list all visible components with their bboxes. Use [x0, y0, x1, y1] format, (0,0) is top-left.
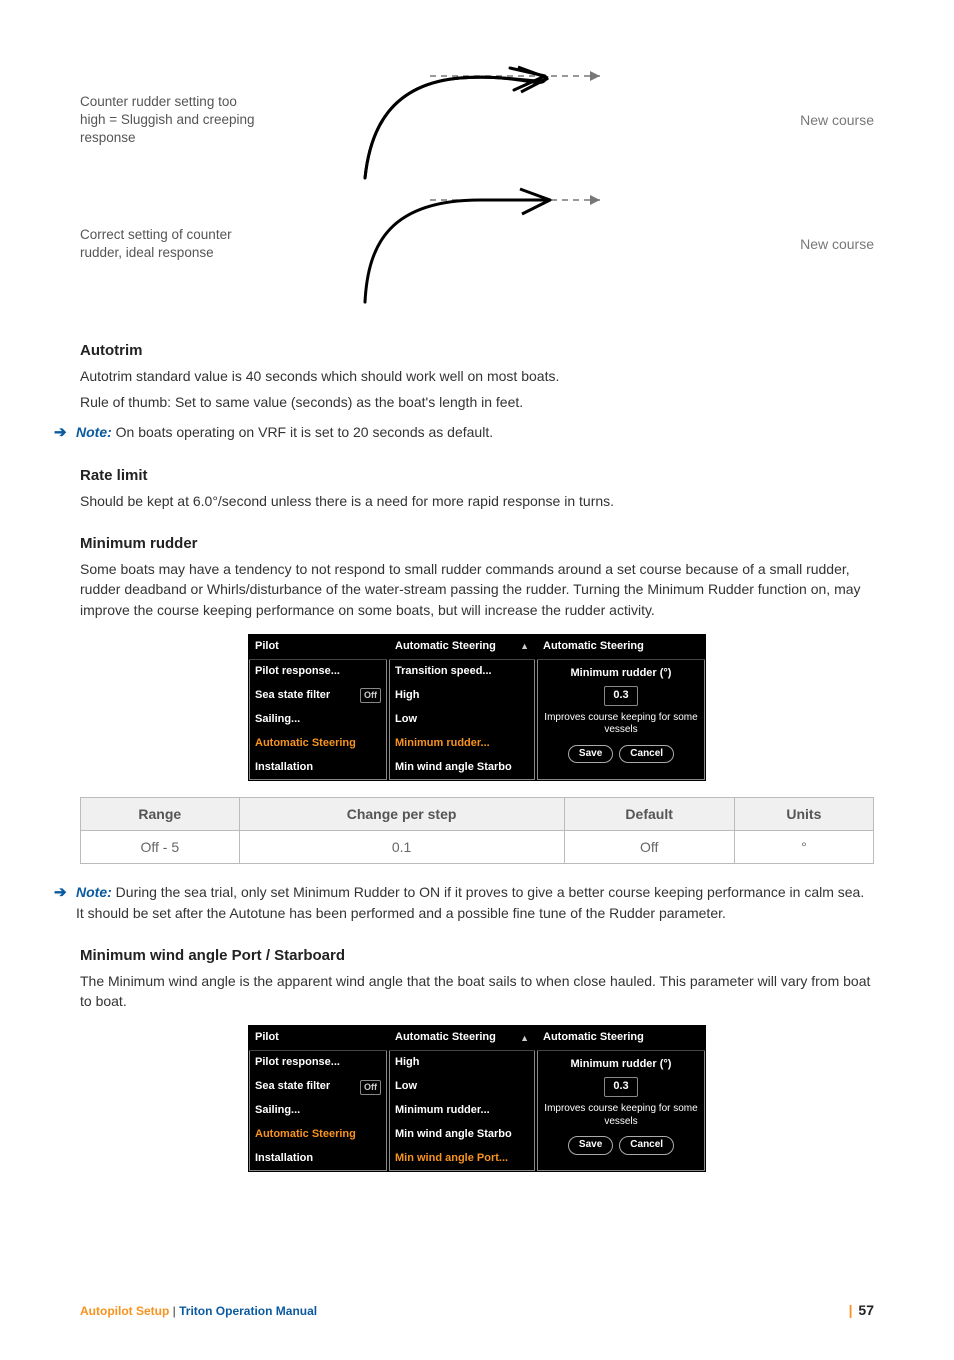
dialog-min-rudder: Automatic Steering Minimum rudder (°) 0.…	[536, 634, 706, 781]
note-label: Note:	[76, 884, 112, 900]
menu-item[interactable]: Minimum rudder...	[389, 1099, 535, 1123]
diagram-curve-ideal	[280, 184, 620, 304]
submenu-title: Automatic Steering	[395, 1030, 496, 1046]
menu-item[interactable]: Sea state filterOff	[249, 684, 387, 708]
menu-item[interactable]: Installation	[249, 756, 387, 780]
scroll-up-icon: ▲	[520, 1032, 529, 1045]
menu-item[interactable]: High	[389, 1051, 535, 1075]
menu-item[interactable]: Transition speed...	[389, 660, 535, 684]
th-default: Default	[564, 797, 734, 830]
dialog-help: Improves course keeping for some vessels	[543, 1103, 699, 1128]
th-units: Units	[734, 797, 873, 830]
ratelimit-p1: Should be kept at 6.0°/second unless the…	[80, 491, 874, 511]
submenu-auto-steering: Automatic Steering▲ Transition speed... …	[388, 634, 536, 781]
dialog-help: Improves course keeping for some vessels	[543, 712, 699, 737]
menu-item[interactable]: Sailing...	[249, 708, 387, 732]
menu-item[interactable]: Min wind angle Starbo	[389, 756, 535, 780]
menu-title: Pilot	[255, 1030, 279, 1046]
screenshot-group-1: Pilot Pilot response... Sea state filter…	[80, 634, 874, 781]
course-diagrams: Counter rudder setting too high = Sluggi…	[80, 60, 874, 304]
menu-item[interactable]: Min wind angle Starbo	[389, 1123, 535, 1147]
diagram-sluggish: Counter rudder setting too high = Sluggi…	[80, 60, 874, 180]
min-rudder-table: Range Change per step Default Units Off …	[80, 797, 874, 865]
note-autotrim: ➔ Note: On boats operating on VRF it is …	[54, 422, 874, 443]
dialog-value[interactable]: 0.3	[604, 686, 637, 706]
td-default: Off	[564, 830, 734, 863]
footer-page: 57	[855, 1302, 874, 1318]
cancel-button[interactable]: Cancel	[619, 1136, 674, 1155]
menu-item[interactable]: Sea state filterOff	[249, 1075, 387, 1099]
menu-item[interactable]: Low	[389, 708, 535, 732]
dialog-title: Automatic Steering	[543, 1030, 644, 1046]
autotrim-p1: Autotrim standard value is 40 seconds wh…	[80, 366, 874, 386]
menu-title: Pilot	[255, 639, 279, 655]
menu-item[interactable]: Pilot response...	[249, 1051, 387, 1075]
page-footer: Autopilot Setup | Triton Operation Manua…	[80, 1300, 874, 1320]
dialog-value[interactable]: 0.3	[604, 1077, 637, 1097]
save-button[interactable]: Save	[568, 745, 613, 764]
note-label: Note:	[76, 424, 112, 440]
footer-manual: Triton Operation Manual	[179, 1304, 317, 1318]
diagram-ideal: Correct setting of counter rudder, ideal…	[80, 184, 874, 304]
menu-item[interactable]: Pilot response...	[249, 660, 387, 684]
screenshot-group-2: Pilot Pilot response... Sea state filter…	[80, 1025, 874, 1172]
dialog-label: Minimum rudder (°)	[543, 666, 699, 682]
note-arrow-icon: ➔	[54, 882, 76, 903]
menu-item[interactable]: Sailing...	[249, 1099, 387, 1123]
td-units: °	[734, 830, 873, 863]
td-range: Off - 5	[81, 830, 240, 863]
menu-item[interactable]: High	[389, 684, 535, 708]
menu-item[interactable]: Installation	[249, 1147, 387, 1171]
th-range: Range	[81, 797, 240, 830]
th-step: Change per step	[239, 797, 564, 830]
td-step: 0.1	[239, 830, 564, 863]
dialog-title: Automatic Steering	[543, 639, 644, 655]
new-course-label: New course	[778, 234, 874, 254]
diagram-label: Counter rudder setting too high = Sluggi…	[80, 93, 280, 148]
minwind-p1: The Minimum wind angle is the apparent w…	[80, 971, 874, 1012]
menu-item-active[interactable]: Automatic Steering	[249, 1123, 387, 1147]
menu-pilot: Pilot Pilot response... Sea state filter…	[248, 634, 388, 781]
menu-pilot: Pilot Pilot response... Sea state filter…	[248, 1025, 388, 1172]
heading-ratelimit: Rate limit	[80, 465, 874, 487]
diagram-curve-sluggish	[280, 60, 620, 180]
footer-bar: |	[849, 1302, 853, 1318]
save-button[interactable]: Save	[568, 1136, 613, 1155]
footer-section: Autopilot Setup	[80, 1304, 169, 1318]
menu-item-active[interactable]: Automatic Steering	[249, 732, 387, 756]
heading-minrudder: Minimum rudder	[80, 533, 874, 555]
menu-item-active[interactable]: Minimum rudder...	[389, 732, 535, 756]
scroll-up-icon: ▲	[520, 640, 529, 653]
cancel-button[interactable]: Cancel	[619, 745, 674, 764]
heading-minwind: Minimum wind angle Port / Starboard	[80, 945, 874, 967]
minrudder-p1: Some boats may have a tendency to not re…	[80, 559, 874, 620]
submenu-title: Automatic Steering	[395, 639, 496, 655]
menu-item-active[interactable]: Min wind angle Port...	[389, 1147, 535, 1171]
menu-item[interactable]: Low	[389, 1075, 535, 1099]
note-body: On boats operating on VRF it is set to 2…	[112, 424, 493, 440]
diagram-label: Correct setting of counter rudder, ideal…	[80, 226, 280, 262]
submenu-auto-steering: Automatic Steering ▲ High Low Minimum rud…	[388, 1025, 536, 1172]
note-arrow-icon: ➔	[54, 422, 76, 443]
new-course-label: New course	[778, 110, 874, 130]
dialog-min-rudder: Automatic Steering Minimum rudder (°) 0.…	[536, 1025, 706, 1172]
autotrim-p2: Rule of thumb: Set to same value (second…	[80, 392, 874, 412]
note-minrudder: ➔ Note: During the sea trial, only set M…	[54, 882, 874, 923]
dialog-label: Minimum rudder (°)	[543, 1057, 699, 1073]
heading-autotrim: Autotrim	[80, 340, 874, 362]
note-body: During the sea trial, only set Minimum R…	[76, 884, 864, 920]
